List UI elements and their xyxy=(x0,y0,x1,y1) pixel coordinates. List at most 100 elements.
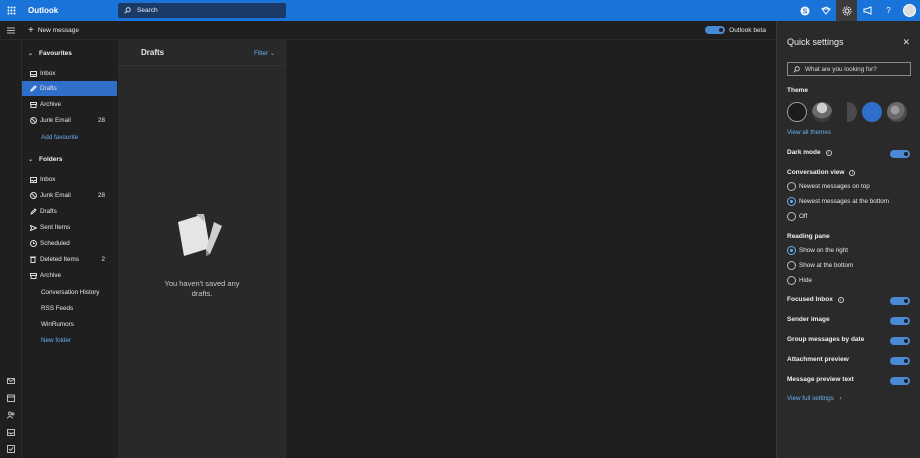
app-title[interactable]: Outlook xyxy=(22,6,117,15)
folders-header[interactable]: ⌄ Folders xyxy=(22,152,118,166)
folder-item-archive[interactable]: Archive xyxy=(22,268,117,283)
beta-toggle-switch[interactable] xyxy=(705,26,726,34)
mail-icon[interactable] xyxy=(6,376,16,386)
conversation-view-text: Conversation view xyxy=(787,169,845,176)
calendar-icon[interactable] xyxy=(6,393,16,403)
new-folder-link[interactable]: New folder xyxy=(22,333,117,348)
gear-icon[interactable] xyxy=(836,0,857,21)
fav-item-archive[interactable]: Archive xyxy=(22,97,117,112)
fav-item-junk[interactable]: Junk Email 28 xyxy=(22,113,117,128)
message-preview-label: Message preview text xyxy=(787,376,854,383)
folder-item-drafts[interactable]: Drafts xyxy=(22,204,117,219)
avatar-button[interactable] xyxy=(899,0,920,21)
people-icon[interactable] xyxy=(6,410,16,420)
theme-swatch-split[interactable] xyxy=(837,102,857,122)
pencil-icon xyxy=(28,208,38,215)
help-icon[interactable]: ? xyxy=(878,0,899,21)
settings-search-placeholder: What are you looking for? xyxy=(805,65,877,73)
radio-button[interactable] xyxy=(787,276,796,285)
inbox-icon xyxy=(28,176,38,183)
theme-swatch-dark[interactable] xyxy=(787,102,807,122)
chevron-right-icon: › xyxy=(839,395,842,402)
hamburger-icon[interactable] xyxy=(0,27,22,34)
info-icon[interactable]: i xyxy=(825,149,832,156)
message-list: Drafts Filter ⌄ You haven't saved any dr… xyxy=(118,40,286,458)
view-full-settings-label: View full settings xyxy=(787,395,834,402)
outlook-beta-toggle[interactable]: Outlook beta xyxy=(705,26,766,34)
focused-inbox-label: Focused Inbox i xyxy=(787,296,844,303)
theme-swatch-pattern[interactable] xyxy=(887,102,907,122)
group-by-date-toggle[interactable] xyxy=(890,337,910,345)
search-box[interactable]: Search xyxy=(118,3,286,18)
radio-label: Newest messages at the bottom xyxy=(799,198,889,205)
folder-item-label: Junk Email xyxy=(40,192,71,199)
favourites-header-label: Favourites xyxy=(39,49,72,57)
theme-swatch-grey[interactable] xyxy=(812,102,832,122)
theme-swatch-blue[interactable] xyxy=(862,102,882,122)
empty-state-text: You haven't saved any drafts. xyxy=(118,279,286,299)
fav-item-inbox[interactable]: Inbox xyxy=(22,66,117,81)
folder-pane: ⌄ Favourites Inbox Drafts Archive Junk E… xyxy=(22,40,118,458)
radio-label: Show at the bottom xyxy=(799,262,854,269)
new-message-button[interactable]: + New message xyxy=(22,25,79,36)
empty-state-line1: You haven't saved any xyxy=(164,279,240,288)
radio-newest-top[interactable]: Newest messages on top xyxy=(787,182,870,191)
focused-inbox-toggle[interactable] xyxy=(890,297,910,305)
radio-button-selected[interactable] xyxy=(787,246,796,255)
folder-item-sent[interactable]: Sent Items xyxy=(22,220,117,235)
focused-inbox-text: Focused Inbox xyxy=(787,296,833,303)
top-bar: Outlook Search S ? xyxy=(0,0,920,21)
send-icon xyxy=(28,224,38,231)
archive-icon xyxy=(28,272,38,279)
block-icon xyxy=(28,117,38,124)
reading-pane-label: Reading pane xyxy=(787,233,830,240)
megaphone-icon[interactable] xyxy=(857,0,878,21)
folder-item-rss-feeds[interactable]: RSS Feeds xyxy=(22,301,117,316)
radio-newest-bottom[interactable]: Newest messages at the bottom xyxy=(787,197,889,206)
favourites-header[interactable]: ⌄ Favourites xyxy=(22,46,118,60)
dark-mode-toggle[interactable] xyxy=(890,150,910,158)
radio-label: Show on the right xyxy=(799,247,849,254)
folder-item-label: Archive xyxy=(40,272,61,279)
radio-hide[interactable]: Hide xyxy=(787,276,812,285)
radio-conversation-off[interactable]: Off xyxy=(787,212,807,221)
info-icon[interactable]: i xyxy=(837,296,844,303)
folder-item-scheduled[interactable]: Scheduled xyxy=(22,236,117,251)
radio-label: Off xyxy=(799,213,808,220)
radio-button[interactable] xyxy=(787,212,796,221)
sender-image-label: Sender image xyxy=(787,316,830,323)
close-icon[interactable]: ✕ xyxy=(902,37,910,48)
add-favourite-link[interactable]: Add favourite xyxy=(22,130,117,145)
folder-item-label: Inbox xyxy=(40,176,56,183)
skype-icon[interactable]: S xyxy=(794,0,815,21)
fav-item-drafts[interactable]: Drafts xyxy=(22,81,117,96)
folder-item-deleted[interactable]: Deleted Items 2 xyxy=(22,252,117,267)
message-preview-toggle[interactable] xyxy=(890,377,910,385)
filter-button[interactable]: Filter ⌄ xyxy=(254,50,275,57)
radio-button[interactable] xyxy=(787,261,796,270)
radio-button[interactable] xyxy=(787,182,796,191)
svg-text:S: S xyxy=(802,8,807,15)
view-full-settings-link[interactable]: View full settings › xyxy=(787,395,842,402)
folder-item-junk[interactable]: Junk Email 28 xyxy=(22,188,117,203)
view-all-themes-link[interactable]: View all themes xyxy=(787,129,831,136)
folder-item-winrumors[interactable]: WinRumors xyxy=(22,317,117,332)
info-icon[interactable]: i xyxy=(849,169,856,176)
new-message-label: New message xyxy=(37,26,80,34)
radio-show-right[interactable]: Show on the right xyxy=(787,246,848,255)
waffle-icon[interactable] xyxy=(0,0,22,21)
radio-button-selected[interactable] xyxy=(787,197,796,206)
sender-image-toggle[interactable] xyxy=(890,317,910,325)
attach-icon[interactable] xyxy=(6,427,16,437)
reading-pane xyxy=(287,40,776,458)
todo-icon[interactable] xyxy=(6,444,16,454)
folder-item-label: Scheduled xyxy=(40,240,70,247)
settings-search-input[interactable]: What are you looking for? xyxy=(787,62,911,76)
search-icon xyxy=(793,65,800,73)
folder-item-conversation-history[interactable]: Conversation History xyxy=(22,285,117,300)
rewards-icon[interactable] xyxy=(815,0,836,21)
attachment-preview-toggle[interactable] xyxy=(890,357,910,365)
radio-show-bottom[interactable]: Show at the bottom xyxy=(787,261,853,270)
folder-item-inbox[interactable]: Inbox xyxy=(22,172,117,187)
theme-label: Theme xyxy=(787,87,808,94)
